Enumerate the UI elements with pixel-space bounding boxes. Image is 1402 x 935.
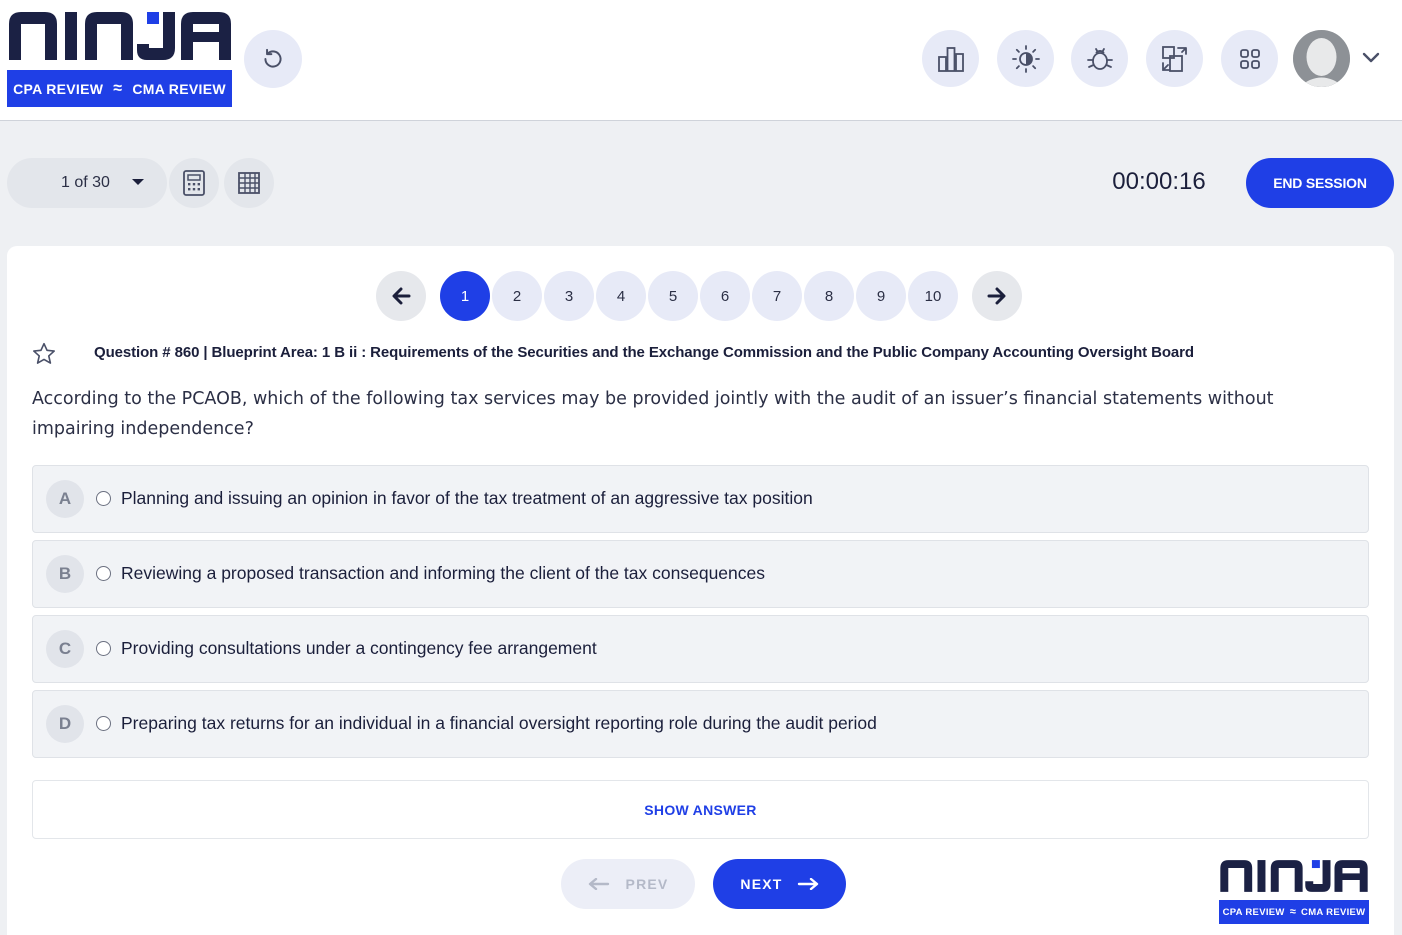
option-letter: D xyxy=(46,705,84,743)
end-session-button[interactable]: END SESSION xyxy=(1246,158,1394,208)
arrow-left-icon xyxy=(392,287,411,305)
banner-separator-icon: ≈ xyxy=(1289,906,1297,918)
spreadsheet-button[interactable] xyxy=(224,158,274,208)
arrow-right-icon xyxy=(797,878,818,890)
question-card: 1 2 3 4 5 6 7 8 9 10 Question # 860 | Bl… xyxy=(7,246,1394,935)
arrow-left-icon xyxy=(588,878,609,890)
logo-wordmark-small xyxy=(1219,858,1369,896)
option-radio[interactable] xyxy=(96,491,111,506)
option-text: Reviewing a proposed transaction and inf… xyxy=(121,563,766,583)
option-letter: C xyxy=(46,630,84,668)
top-header: CPA REVIEW ≈ CMA REVIEW xyxy=(0,0,1402,121)
pager-page-3[interactable]: 3 xyxy=(544,271,594,321)
banner-right: CMA REVIEW xyxy=(1301,906,1366,918)
next-button[interactable]: NEXT xyxy=(713,859,846,909)
bar-chart-icon xyxy=(937,46,964,72)
question-text: According to the PCAOB, which of the fol… xyxy=(32,389,1274,439)
question-pager: 1 2 3 4 5 6 7 8 9 10 xyxy=(376,271,1022,321)
switch-layout-button[interactable] xyxy=(1146,30,1203,87)
option-text: Preparing tax returns for an individual … xyxy=(121,713,877,733)
prev-label: PREV xyxy=(625,876,669,892)
option-text: Providing consultations under a continge… xyxy=(121,638,597,658)
pager-page-5[interactable]: 5 xyxy=(648,271,698,321)
banner-right: CMA REVIEW xyxy=(132,80,226,97)
option-radio[interactable] xyxy=(96,566,111,581)
calculator-button[interactable] xyxy=(169,158,219,208)
option-radio[interactable] xyxy=(96,641,111,656)
session-timer: 00:00:16 xyxy=(1112,168,1206,195)
avatar[interactable] xyxy=(1293,30,1350,87)
refresh-icon xyxy=(264,48,282,68)
bookmark-star-button[interactable] xyxy=(31,341,57,367)
option-radio[interactable] xyxy=(96,716,111,731)
arrow-right-icon xyxy=(987,287,1006,305)
account-menu-toggle[interactable] xyxy=(1361,48,1381,68)
bug-icon xyxy=(1086,47,1113,70)
pager-page-4[interactable]: 4 xyxy=(596,271,646,321)
pager-next-button[interactable] xyxy=(972,271,1022,321)
logo-banner-small: CPA REVIEW ≈ CMA REVIEW xyxy=(1219,900,1369,924)
show-answer-button[interactable]: SHOW ANSWER xyxy=(32,780,1369,839)
ninja-logo[interactable]: CPA REVIEW ≈ CMA REVIEW xyxy=(7,10,233,107)
report-bug-button[interactable] xyxy=(1071,30,1128,87)
refresh-button[interactable] xyxy=(244,30,302,88)
logo-wordmark-small-graphic xyxy=(1220,860,1368,892)
theme-toggle-button[interactable] xyxy=(997,30,1054,87)
pager-page-1[interactable]: 1 xyxy=(440,271,490,321)
answer-option-c[interactable]: C Providing consultations under a contin… xyxy=(32,615,1369,683)
chevron-down-icon xyxy=(1362,52,1380,63)
answer-option-d[interactable]: D Preparing tax returns for an individua… xyxy=(32,690,1369,758)
switch-icon xyxy=(1161,45,1187,72)
pager-page-8[interactable]: 8 xyxy=(804,271,854,321)
question-selector[interactable]: 1 of 30 xyxy=(7,158,167,208)
option-letter: A xyxy=(46,480,84,518)
banner-separator-icon: ≈ xyxy=(113,79,123,97)
ninja-logo-footer: CPA REVIEW ≈ CMA REVIEW xyxy=(1219,858,1369,924)
user-avatar-icon xyxy=(1293,30,1350,87)
answer-option-b[interactable]: B Reviewing a proposed transaction and i… xyxy=(32,540,1369,608)
brightness-icon xyxy=(1011,44,1040,73)
banner-left: CPA REVIEW xyxy=(1222,906,1285,918)
calculator-icon xyxy=(183,170,205,196)
logo-banner: CPA REVIEW ≈ CMA REVIEW xyxy=(7,70,232,107)
logo-wordmark-graphic xyxy=(9,12,231,60)
grid-icon xyxy=(1239,48,1260,69)
question-selector-value: 1 of 30 xyxy=(61,174,110,191)
pager-page-9[interactable]: 9 xyxy=(856,271,906,321)
pager-page-7[interactable]: 7 xyxy=(752,271,802,321)
banner-left: CPA REVIEW xyxy=(13,80,104,97)
caret-down-icon xyxy=(132,179,144,185)
logo-wordmark xyxy=(7,10,233,64)
spreadsheet-icon xyxy=(238,172,260,194)
star-icon xyxy=(33,342,55,364)
apps-button[interactable] xyxy=(1221,30,1278,87)
option-text: Planning and issuing an opinion in favor… xyxy=(121,488,813,508)
pager-page-6[interactable]: 6 xyxy=(700,271,750,321)
answer-option-a[interactable]: A Planning and issuing an opinion in fav… xyxy=(32,465,1369,533)
pager-page-10[interactable]: 10 xyxy=(908,271,958,321)
stats-button[interactable] xyxy=(922,30,979,87)
pager-prev-button[interactable] xyxy=(376,271,426,321)
option-letter: B xyxy=(46,555,84,593)
next-label: NEXT xyxy=(740,876,783,892)
prev-button[interactable]: PREV xyxy=(561,859,695,909)
question-meta: Question # 860 | Blueprint Area: 1 B ii … xyxy=(94,344,1194,361)
pager-page-2[interactable]: 2 xyxy=(492,271,542,321)
